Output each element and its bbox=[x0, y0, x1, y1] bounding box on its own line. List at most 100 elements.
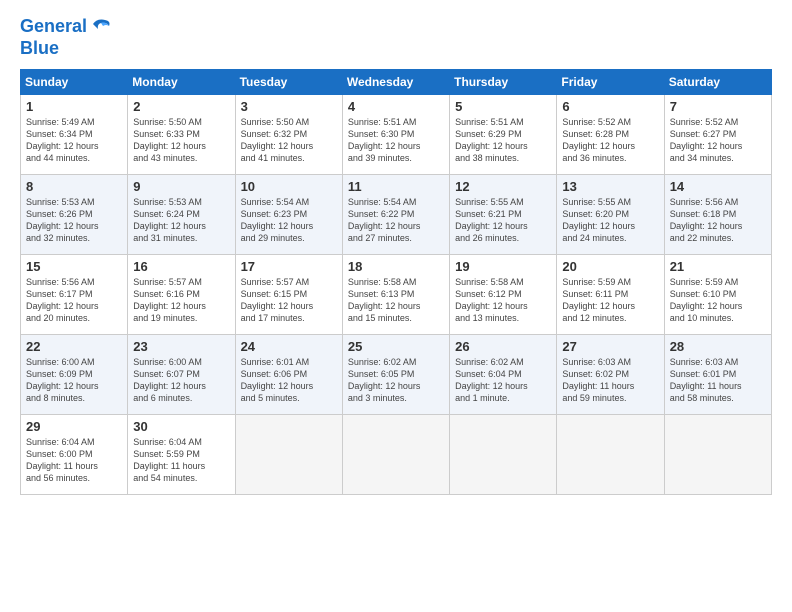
day-number: 1 bbox=[26, 99, 122, 114]
calendar-cell: 19Sunrise: 5:58 AM Sunset: 6:12 PM Dayli… bbox=[450, 254, 557, 334]
calendar-cell: 17 Sunrise: 5:57 AM Sunset: 6:15 PM Dayli… bbox=[235, 254, 342, 334]
day-info: Sunrise: 6:02 AM Sunset: 6:04 PM Dayligh… bbox=[455, 356, 551, 405]
calendar-cell: 3 Sunrise: 5:50 AM Sunset: 6:32 PM Daylig… bbox=[235, 94, 342, 174]
day-info: Sunrise: 6:04 AM Sunset: 6:00 PM Dayligh… bbox=[26, 436, 122, 485]
day-number: 24 bbox=[241, 339, 337, 354]
day-number: 15 bbox=[26, 259, 122, 274]
day-number: 6 bbox=[562, 99, 658, 114]
day-number: 28 bbox=[670, 339, 766, 354]
day-number: 4 bbox=[348, 99, 444, 114]
calendar-cell: 27 Sunrise: 6:03 AM Sunset: 6:02 PM Dayli… bbox=[557, 334, 664, 414]
calendar-cell: 18Sunrise: 5:58 AM Sunset: 6:13 PM Dayli… bbox=[342, 254, 449, 334]
logo-bird-icon bbox=[89, 16, 111, 38]
day-info: Sunrise: 5:54 AM Sunset: 6:22 PM Dayligh… bbox=[348, 196, 444, 245]
calendar-cell: 12 Sunrise: 5:55 AM Sunset: 6:21 PM Dayli… bbox=[450, 174, 557, 254]
day-number: 14 bbox=[670, 179, 766, 194]
day-number: 8 bbox=[26, 179, 122, 194]
calendar-cell bbox=[664, 414, 771, 494]
calendar-cell: 2 Sunrise: 5:50 AM Sunset: 6:33 PM Daylig… bbox=[128, 94, 235, 174]
day-number: 26 bbox=[455, 339, 551, 354]
calendar-cell: 24Sunrise: 6:01 AM Sunset: 6:06 PM Dayli… bbox=[235, 334, 342, 414]
calendar-cell bbox=[235, 414, 342, 494]
calendar-week-3: 15 Sunrise: 5:56 AM Sunset: 6:17 PM Dayli… bbox=[21, 254, 772, 334]
day-info: Sunrise: 5:55 AM Sunset: 6:21 PM Dayligh… bbox=[455, 196, 551, 245]
weekday-header-thursday: Thursday bbox=[450, 69, 557, 94]
day-info: Sunrise: 5:50 AM Sunset: 6:32 PM Dayligh… bbox=[241, 116, 337, 165]
day-number: 5 bbox=[455, 99, 551, 114]
day-info: Sunrise: 5:54 AM Sunset: 6:23 PM Dayligh… bbox=[241, 196, 337, 245]
calendar-cell: 5 Sunrise: 5:51 AM Sunset: 6:29 PM Daylig… bbox=[450, 94, 557, 174]
calendar-cell: 7Sunrise: 5:52 AM Sunset: 6:27 PM Daylig… bbox=[664, 94, 771, 174]
calendar-cell: 16 Sunrise: 5:57 AM Sunset: 6:16 PM Dayli… bbox=[128, 254, 235, 334]
calendar-week-5: 29 Sunrise: 6:04 AM Sunset: 6:00 PM Dayli… bbox=[21, 414, 772, 494]
day-number: 10 bbox=[241, 179, 337, 194]
day-number: 2 bbox=[133, 99, 229, 114]
calendar-cell: 11 Sunrise: 5:54 AM Sunset: 6:22 PM Dayli… bbox=[342, 174, 449, 254]
calendar-cell: 26 Sunrise: 6:02 AM Sunset: 6:04 PM Dayli… bbox=[450, 334, 557, 414]
day-info: Sunrise: 5:52 AM Sunset: 6:27 PM Dayligh… bbox=[670, 116, 766, 165]
calendar-cell bbox=[450, 414, 557, 494]
logo: General Blue bbox=[20, 16, 111, 59]
calendar-cell: 21 Sunrise: 5:59 AM Sunset: 6:10 PM Dayli… bbox=[664, 254, 771, 334]
day-info: Sunrise: 6:04 AM Sunset: 5:59 PM Dayligh… bbox=[133, 436, 229, 485]
calendar-cell: 20 Sunrise: 5:59 AM Sunset: 6:11 PM Dayli… bbox=[557, 254, 664, 334]
day-number: 16 bbox=[133, 259, 229, 274]
calendar-cell: 15 Sunrise: 5:56 AM Sunset: 6:17 PM Dayli… bbox=[21, 254, 128, 334]
day-info: Sunrise: 5:56 AM Sunset: 6:18 PM Dayligh… bbox=[670, 196, 766, 245]
day-info: Sunrise: 5:49 AM Sunset: 6:34 PM Dayligh… bbox=[26, 116, 122, 165]
day-info: Sunrise: 6:00 AM Sunset: 6:07 PM Dayligh… bbox=[133, 356, 229, 405]
day-number: 19 bbox=[455, 259, 551, 274]
day-number: 3 bbox=[241, 99, 337, 114]
day-info: Sunrise: 5:51 AM Sunset: 6:29 PM Dayligh… bbox=[455, 116, 551, 165]
weekday-header-wednesday: Wednesday bbox=[342, 69, 449, 94]
day-info: Sunrise: 5:59 AM Sunset: 6:10 PM Dayligh… bbox=[670, 276, 766, 325]
page: General Blue SundayMondayTuesdayWednesda… bbox=[0, 0, 792, 612]
day-number: 27 bbox=[562, 339, 658, 354]
day-info: Sunrise: 5:59 AM Sunset: 6:11 PM Dayligh… bbox=[562, 276, 658, 325]
header: General Blue bbox=[20, 16, 772, 59]
calendar-cell: 23Sunrise: 6:00 AM Sunset: 6:07 PM Dayli… bbox=[128, 334, 235, 414]
day-info: Sunrise: 5:51 AM Sunset: 6:30 PM Dayligh… bbox=[348, 116, 444, 165]
calendar-week-1: 1 Sunrise: 5:49 AM Sunset: 6:34 PM Daylig… bbox=[21, 94, 772, 174]
calendar-cell: 8 Sunrise: 5:53 AM Sunset: 6:26 PM Daylig… bbox=[21, 174, 128, 254]
calendar-cell: 1 Sunrise: 5:49 AM Sunset: 6:34 PM Daylig… bbox=[21, 94, 128, 174]
day-info: Sunrise: 5:57 AM Sunset: 6:16 PM Dayligh… bbox=[133, 276, 229, 325]
day-number: 25 bbox=[348, 339, 444, 354]
day-info: Sunrise: 5:50 AM Sunset: 6:33 PM Dayligh… bbox=[133, 116, 229, 165]
calendar-cell: 28 Sunrise: 6:03 AM Sunset: 6:01 PM Dayli… bbox=[664, 334, 771, 414]
day-number: 22 bbox=[26, 339, 122, 354]
day-number: 17 bbox=[241, 259, 337, 274]
day-number: 12 bbox=[455, 179, 551, 194]
day-info: Sunrise: 5:57 AM Sunset: 6:15 PM Dayligh… bbox=[241, 276, 337, 325]
calendar-cell: 4 Sunrise: 5:51 AM Sunset: 6:30 PM Daylig… bbox=[342, 94, 449, 174]
day-info: Sunrise: 5:56 AM Sunset: 6:17 PM Dayligh… bbox=[26, 276, 122, 325]
calendar-table: SundayMondayTuesdayWednesdayThursdayFrid… bbox=[20, 69, 772, 495]
day-info: Sunrise: 5:55 AM Sunset: 6:20 PM Dayligh… bbox=[562, 196, 658, 245]
day-number: 13 bbox=[562, 179, 658, 194]
day-number: 21 bbox=[670, 259, 766, 274]
calendar-cell: 29 Sunrise: 6:04 AM Sunset: 6:00 PM Dayli… bbox=[21, 414, 128, 494]
weekday-header-saturday: Saturday bbox=[664, 69, 771, 94]
day-info: Sunrise: 5:52 AM Sunset: 6:28 PM Dayligh… bbox=[562, 116, 658, 165]
day-number: 20 bbox=[562, 259, 658, 274]
calendar-header-row: SundayMondayTuesdayWednesdayThursdayFrid… bbox=[21, 69, 772, 94]
calendar-cell: 14 Sunrise: 5:56 AM Sunset: 6:18 PM Dayli… bbox=[664, 174, 771, 254]
day-number: 29 bbox=[26, 419, 122, 434]
day-info: Sunrise: 6:03 AM Sunset: 6:02 PM Dayligh… bbox=[562, 356, 658, 405]
calendar-cell bbox=[342, 414, 449, 494]
day-info: Sunrise: 6:02 AM Sunset: 6:05 PM Dayligh… bbox=[348, 356, 444, 405]
day-number: 11 bbox=[348, 179, 444, 194]
day-number: 9 bbox=[133, 179, 229, 194]
calendar-cell: 6 Sunrise: 5:52 AM Sunset: 6:28 PM Daylig… bbox=[557, 94, 664, 174]
day-info: Sunrise: 5:53 AM Sunset: 6:26 PM Dayligh… bbox=[26, 196, 122, 245]
weekday-header-sunday: Sunday bbox=[21, 69, 128, 94]
day-number: 18 bbox=[348, 259, 444, 274]
day-info: Sunrise: 6:03 AM Sunset: 6:01 PM Dayligh… bbox=[670, 356, 766, 405]
calendar-cell: 10 Sunrise: 5:54 AM Sunset: 6:23 PM Dayli… bbox=[235, 174, 342, 254]
day-info: Sunrise: 5:53 AM Sunset: 6:24 PM Dayligh… bbox=[133, 196, 229, 245]
weekday-header-tuesday: Tuesday bbox=[235, 69, 342, 94]
calendar-cell: 25 Sunrise: 6:02 AM Sunset: 6:05 PM Dayli… bbox=[342, 334, 449, 414]
calendar-cell: 9 Sunrise: 5:53 AM Sunset: 6:24 PM Daylig… bbox=[128, 174, 235, 254]
calendar-week-2: 8 Sunrise: 5:53 AM Sunset: 6:26 PM Daylig… bbox=[21, 174, 772, 254]
weekday-header-monday: Monday bbox=[128, 69, 235, 94]
